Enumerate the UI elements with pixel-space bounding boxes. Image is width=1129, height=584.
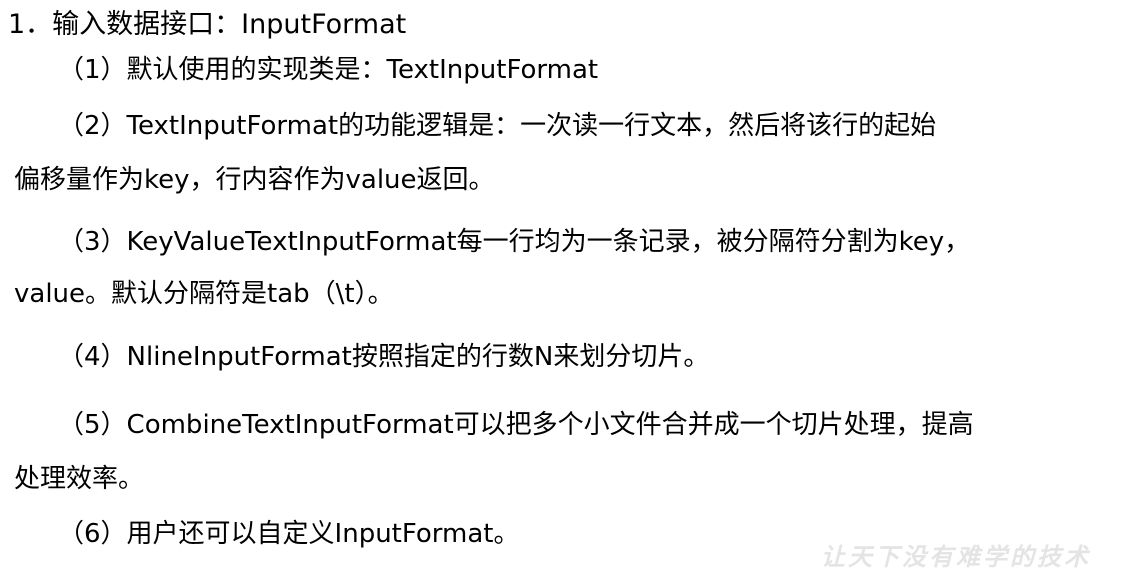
item-number: （5） (58, 410, 127, 440)
section-heading: 1．输入数据接口：InputFormat (8, 9, 407, 40)
list-item: （3）KeyValueTextInputFormat每一行均为一条记录，被分隔符… (58, 225, 970, 259)
list-item: （4）NlineInputFormat按照指定的行数N来划分切片。 (58, 340, 709, 374)
item-text: KeyValueTextInputFormat每一行均为一条记录，被分隔符分割为… (126, 227, 971, 257)
item-number: （1） (58, 55, 127, 85)
list-item: （6）用户还可以自定义InputFormat。 (58, 517, 520, 551)
item-number: （3） (58, 227, 127, 257)
watermark: 让天下没有难学的技术 (821, 542, 1091, 571)
item-number: （4） (58, 342, 127, 372)
list-item-continuation: value。默认分隔符是tab（\t）。 (14, 279, 394, 309)
item-text: NlineInputFormat按照指定的行数N来划分切片。 (126, 342, 710, 372)
list-item-continuation: 处理效率。 (14, 464, 145, 494)
item-text: 默认使用的实现类是：TextInputFormat (126, 55, 599, 85)
item-text: TextInputFormat的功能逻辑是：一次读一行文本，然后将该行的起始 (126, 111, 937, 141)
list-item: （5）CombineTextInputFormat可以把多个小文件合并成一个切片… (58, 408, 974, 442)
item-number: （2） (58, 111, 127, 141)
list-item-continuation: 偏移量作为key，行内容作为value返回。 (14, 165, 495, 195)
list-item: （1）默认使用的实现类是：TextInputFormat (58, 53, 598, 87)
item-number: （6） (58, 519, 127, 549)
item-text: CombineTextInputFormat可以把多个小文件合并成一个切片处理，… (126, 410, 974, 440)
list-item: （2）TextInputFormat的功能逻辑是：一次读一行文本，然后将该行的起… (58, 109, 936, 143)
item-text: 用户还可以自定义InputFormat。 (126, 519, 520, 549)
